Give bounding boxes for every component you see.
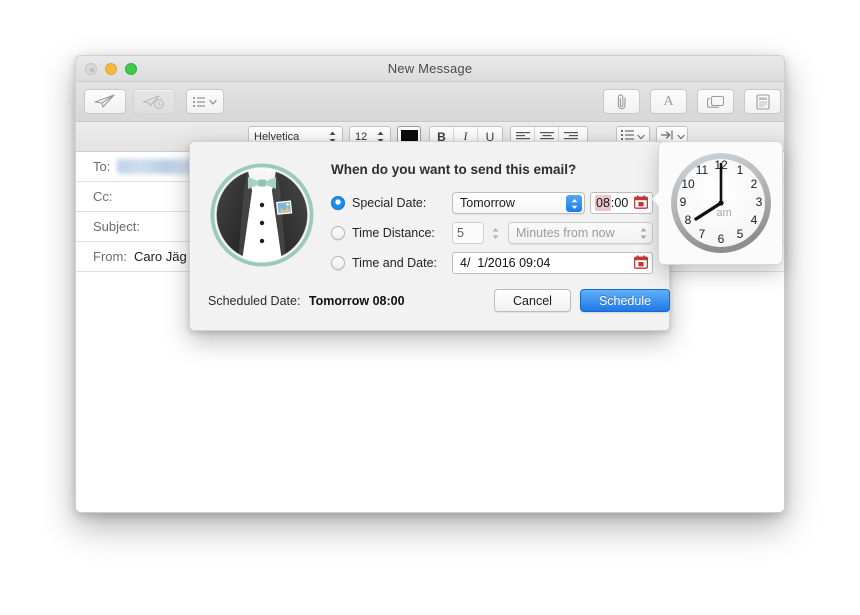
time-distance-amount-value: 5 (457, 226, 464, 240)
radio-time-distance[interactable] (331, 226, 345, 240)
subject-field-label: Subject: (93, 219, 140, 234)
align-center-icon (539, 131, 554, 142)
label-time-distance: Time Distance: (352, 226, 435, 240)
send-button[interactable] (84, 89, 126, 114)
radio-special-date[interactable] (331, 196, 345, 210)
calendar-icon[interactable] (633, 254, 649, 272)
popup-arrows-icon[interactable] (566, 195, 582, 212)
svg-text:6: 6 (718, 232, 725, 246)
svg-text:3: 3 (756, 195, 763, 209)
tuxedo-icon (208, 161, 316, 269)
schedule-button[interactable]: Schedule (580, 289, 670, 312)
calendar-icon[interactable] (633, 194, 649, 212)
photo-browser-button[interactable] (697, 89, 734, 114)
clock-popover[interactable]: 12 1 2 3 4 5 6 7 8 9 10 11 am (658, 141, 783, 265)
photo-browser-icon (706, 95, 725, 109)
svg-text:5: 5 (737, 227, 744, 241)
time-distance-amount-field[interactable]: 5 (452, 222, 484, 244)
time-distance-unit-popup[interactable]: Minutes from now (508, 222, 653, 244)
compose-toolbar: A (76, 82, 784, 122)
cancel-button[interactable]: Cancel (494, 289, 571, 312)
time-and-date-value: 4/ 1/2016 09:04 (460, 256, 551, 270)
svg-text:4: 4 (751, 213, 758, 227)
time-minute-value[interactable]: :00 (611, 196, 628, 210)
header-fields-icon (192, 96, 218, 108)
clock-meridiem: am (716, 207, 731, 219)
svg-text:1: 1 (737, 163, 744, 177)
svg-text:7: 7 (699, 227, 706, 241)
to-field-label: To: (93, 159, 111, 174)
from-field-value[interactable]: Caro Jäg (134, 249, 187, 264)
time-distance-unit-value: Minutes from now (516, 226, 615, 240)
option-row-time-distance[interactable]: Time Distance: (331, 222, 435, 244)
label-special-date: Special Date: (352, 196, 427, 210)
time-hour-value[interactable]: 08 (595, 195, 611, 211)
send-later-button[interactable] (133, 89, 175, 114)
attachment-button[interactable] (603, 89, 640, 114)
time-and-date-field[interactable]: 4/ 1/2016 09:04 (452, 252, 653, 274)
from-field-label: From: (93, 249, 127, 264)
time-distance-stepper[interactable] (488, 222, 502, 244)
svg-text:11: 11 (696, 163, 709, 177)
header-fields-button[interactable] (186, 89, 224, 114)
option-row-special-date[interactable]: Special Date: (331, 192, 426, 214)
option-row-time-and-date[interactable]: Time and Date: (331, 252, 437, 274)
svg-text:9: 9 (680, 195, 687, 209)
fonts-button[interactable]: A (650, 89, 687, 114)
align-left-icon (515, 131, 530, 142)
stationery-icon (755, 93, 770, 110)
svg-text:10: 10 (681, 177, 695, 191)
stationery-button[interactable] (744, 89, 781, 114)
svg-text:2: 2 (751, 177, 758, 191)
scheduled-date-label: Scheduled Date: (208, 294, 301, 308)
svg-text:8: 8 (685, 213, 692, 227)
scheduled-date-value: Tomorrow 08:00 (308, 294, 405, 308)
analog-clock: 12 1 2 3 4 5 6 7 8 9 10 11 am (671, 153, 771, 253)
label-time-and-date: Time and Date: (352, 256, 437, 270)
special-date-value: Tomorrow (460, 196, 515, 210)
stepper-arrows-icon (492, 227, 498, 239)
attachment-icon (615, 93, 629, 110)
send-icon (94, 94, 116, 109)
special-date-time-field[interactable]: 08:00 (590, 192, 653, 214)
fonts-icon: A (663, 93, 674, 109)
align-right-icon (564, 131, 578, 142)
schedule-dialog: When do you want to send this email? Spe… (189, 141, 670, 331)
window-title: New Message (387, 61, 473, 76)
scheduled-date-line: Scheduled Date: Tomorrow 08:00 (208, 294, 405, 308)
special-date-popup[interactable]: Tomorrow (452, 192, 585, 214)
popup-arrows-icon[interactable] (639, 226, 648, 241)
dialog-question: When do you want to send this email? (331, 162, 577, 177)
send-later-icon (142, 94, 166, 110)
window-titlebar[interactable]: New Message (76, 56, 784, 82)
radio-time-and-date[interactable] (331, 256, 345, 270)
cc-field-label: Cc: (93, 189, 113, 204)
